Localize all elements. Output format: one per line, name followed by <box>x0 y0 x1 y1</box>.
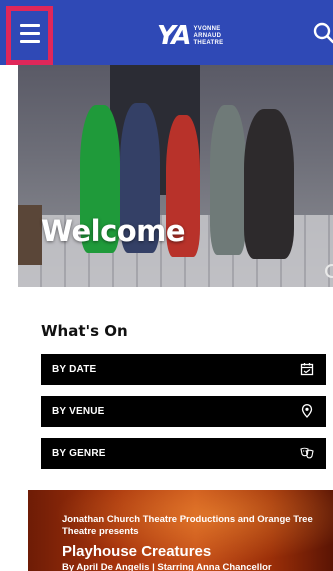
performer-figure <box>210 105 246 255</box>
hero-heading: Welcome <box>41 214 186 248</box>
filter-by-venue-button[interactable]: BY VENUE <box>41 396 326 427</box>
show-title[interactable]: Playhouse Creatures <box>62 543 211 560</box>
performer-figure <box>244 109 294 259</box>
filter-label: BY DATE <box>52 364 97 375</box>
show-credits: By April De Angelis | Starring Anna Chan… <box>62 562 272 571</box>
logo-line-1: YVONNE <box>193 25 221 32</box>
logo-mark: YA <box>157 21 191 51</box>
calendar-icon <box>300 363 314 376</box>
logo-line-2: ARNAUD <box>193 32 222 39</box>
location-pin-icon <box>301 404 313 418</box>
filter-by-date-button[interactable]: BY DATE <box>41 354 326 385</box>
show-presenter: Jonathan Church Theatre Productions and … <box>62 514 313 537</box>
logo-wordmark: YVONNE ARNAUD THEATRE <box>193 26 223 47</box>
search-icon[interactable] <box>313 22 333 44</box>
hero-banner[interactable]: Welcome <box>18 65 333 287</box>
menu-button[interactable] <box>6 6 53 65</box>
theatre-logo[interactable]: YA YVONNE ARNAUD THEATRE <box>157 21 223 51</box>
featured-show-card[interactable]: Jonathan Church Theatre Productions and … <box>28 490 333 571</box>
whats-on-title: What's On <box>41 322 128 340</box>
hero-prop <box>18 205 42 265</box>
filter-label: BY GENRE <box>52 448 106 459</box>
top-app-bar: YA YVONNE ARNAUD THEATRE <box>0 0 333 65</box>
filter-label: BY VENUE <box>52 406 105 417</box>
theatre-masks-icon <box>300 447 314 459</box>
filter-by-genre-button[interactable]: BY GENRE <box>41 438 326 469</box>
logo-line-3: THEATRE <box>193 39 224 46</box>
carousel-indicator[interactable] <box>325 264 333 278</box>
